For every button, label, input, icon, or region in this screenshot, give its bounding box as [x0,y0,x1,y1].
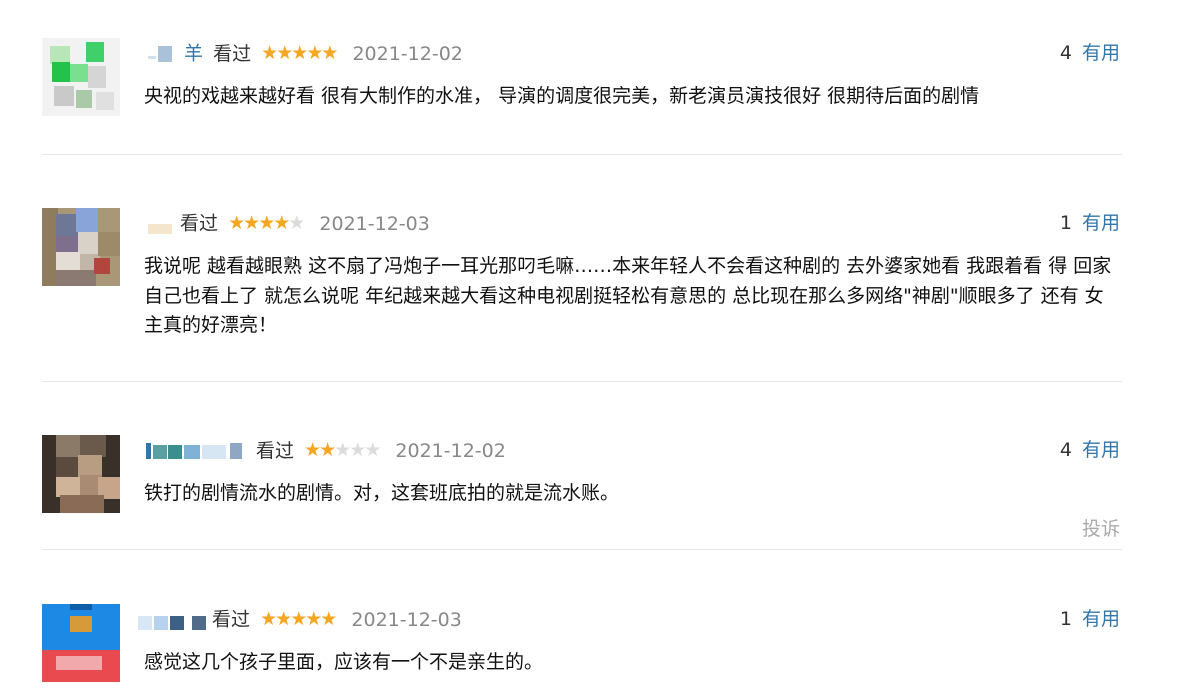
rating-stars: ★★★★★ [261,38,338,68]
user-name-blurred[interactable] [144,44,178,64]
star-icon: ★ [275,607,292,630]
comment-date: 2021-12-02 [352,42,463,65]
star-icon: ★ [273,211,290,234]
star-icon: ★ [320,607,337,630]
divider [42,381,1122,382]
star-icon: ★ [334,438,351,461]
comment-header: 羊 看过 ★★★★★ 2021-12-02 [144,38,463,68]
rating-stars: ★★★★★ [228,208,305,238]
avatar[interactable] [42,604,120,682]
comment-item: 看过 ★★★★★ 2021-12-03 1 有用 感觉这几个孩子里面，应该有一个… [42,604,1122,694]
comment-date: 2021-12-03 [351,608,462,631]
report-button[interactable]: 投诉 [1082,514,1120,541]
star-icon: ★ [261,41,278,64]
star-icon: ★ [349,438,366,461]
star-icon: ★ [304,438,321,461]
comment-date: 2021-12-02 [395,439,506,462]
user-name[interactable]: 羊 [184,43,203,65]
star-icon: ★ [364,438,381,461]
useful-votes: 4 有用 [1060,435,1120,465]
useful-button[interactable]: 有用 [1082,212,1120,234]
comment-text: 央视的戏越来越好看 很有大制作的水准， 导演的调度很完美，新老演员演技很好 很期… [144,85,980,107]
comment-item: 看过 ★★★★★ 2021-12-03 1 有用 我说呢 越看越眼熟 这不扇了冯… [42,208,1122,348]
rating-stars: ★★★★★ [304,435,381,465]
avatar[interactable] [42,38,120,116]
star-icon: ★ [243,211,260,234]
user-name-blurred[interactable] [144,214,174,234]
comment-header: 看过 ★★★★★ 2021-12-03 [144,208,430,238]
user-name-blurred[interactable] [138,610,206,630]
divider [42,549,1122,550]
user-name-blurred[interactable] [144,441,246,461]
star-icon: ★ [290,607,307,630]
star-icon: ★ [306,41,323,64]
avatar[interactable] [42,435,120,513]
watch-status: 看过 [180,212,219,235]
useful-button[interactable]: 有用 [1082,42,1120,64]
useful-count: 4 [1059,439,1072,461]
divider [42,154,1122,155]
watch-status: 看过 [213,42,252,65]
watch-status: 看过 [212,608,251,631]
star-icon: ★ [276,41,293,64]
useful-count: 4 [1059,42,1072,64]
useful-count: 1 [1059,608,1072,630]
comment-header: 看过 ★★★★★ 2021-12-03 [138,604,462,634]
star-icon: ★ [260,607,277,630]
star-icon: ★ [291,41,308,64]
useful-button[interactable]: 有用 [1082,439,1120,461]
watch-status: 看过 [256,439,295,462]
comment-item: 看过 ★★★★★ 2021-12-02 4 有用 铁打的剧情流水的剧情。对，这套… [42,435,1122,545]
comment-text: 我说呢 越看越眼熟 这不扇了冯炮子一耳光那叼毛嘛……本来年轻人不会看这种剧的 去… [144,255,1112,336]
star-icon: ★ [288,211,305,234]
star-icon: ★ [258,211,275,234]
star-icon: ★ [228,211,245,234]
comment-text: 铁打的剧情流水的剧情。对，这套班底拍的就是流水账。 [144,482,620,504]
comment-header: 看过 ★★★★★ 2021-12-02 [144,435,506,465]
comment-date: 2021-12-03 [319,212,430,235]
star-icon: ★ [319,438,336,461]
star-icon: ★ [321,41,338,64]
star-icon: ★ [305,607,322,630]
useful-button[interactable]: 有用 [1082,608,1120,630]
useful-votes: 1 有用 [1060,208,1120,238]
avatar[interactable] [42,208,120,286]
comment-text: 感觉这几个孩子里面，应该有一个不是亲生的。 [144,651,544,673]
useful-votes: 4 有用 [1060,38,1120,68]
rating-stars: ★★★★★ [260,604,337,634]
useful-count: 1 [1059,212,1072,234]
comment-item: 羊 看过 ★★★★★ 2021-12-02 4 有用 央视的戏越来越好看 很有大… [42,38,1122,138]
useful-votes: 1 有用 [1060,604,1120,634]
